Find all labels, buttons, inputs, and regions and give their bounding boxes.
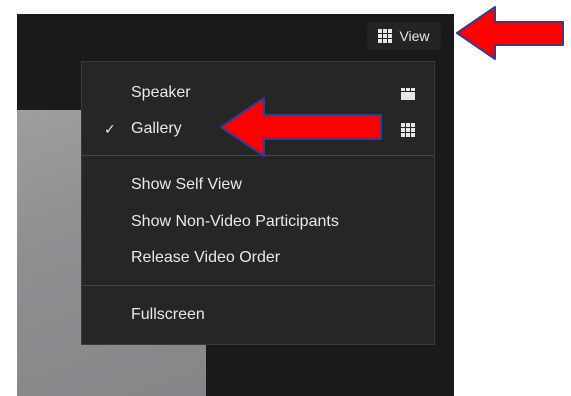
view-button[interactable]: View: [367, 22, 441, 50]
meeting-window: View Speaker ✓ Gallery Show Self View Sh…: [17, 14, 454, 396]
screenshot-canvas: View Speaker ✓ Gallery Show Self View Sh…: [0, 0, 571, 396]
annotation-arrow-view: [456, 6, 564, 60]
menu-item-label: Speaker: [131, 84, 191, 101]
view-button-label: View: [399, 28, 430, 44]
gallery-grid-icon: [401, 123, 415, 137]
menu-divider: [82, 285, 434, 286]
menu-item-label: Fullscreen: [131, 306, 205, 323]
gallery-grid-icon: [378, 29, 393, 43]
speaker-view-icon: [401, 87, 415, 105]
menu-item-fullscreen[interactable]: Fullscreen: [82, 300, 434, 330]
annotation-arrow-gallery: [220, 97, 382, 157]
menu-item-label: Release Video Order: [131, 249, 281, 266]
menu-item-release-video-order[interactable]: Release Video Order: [82, 243, 434, 273]
menu-item-label: Gallery: [131, 120, 182, 137]
check-mark-icon: ✓: [104, 120, 116, 137]
menu-item-label: Show Self View: [131, 176, 242, 193]
menu-item-show-non-video-participants[interactable]: Show Non-Video Participants: [82, 207, 434, 237]
menu-item-show-self-view[interactable]: Show Self View: [82, 170, 434, 200]
menu-item-label: Show Non-Video Participants: [131, 213, 339, 230]
